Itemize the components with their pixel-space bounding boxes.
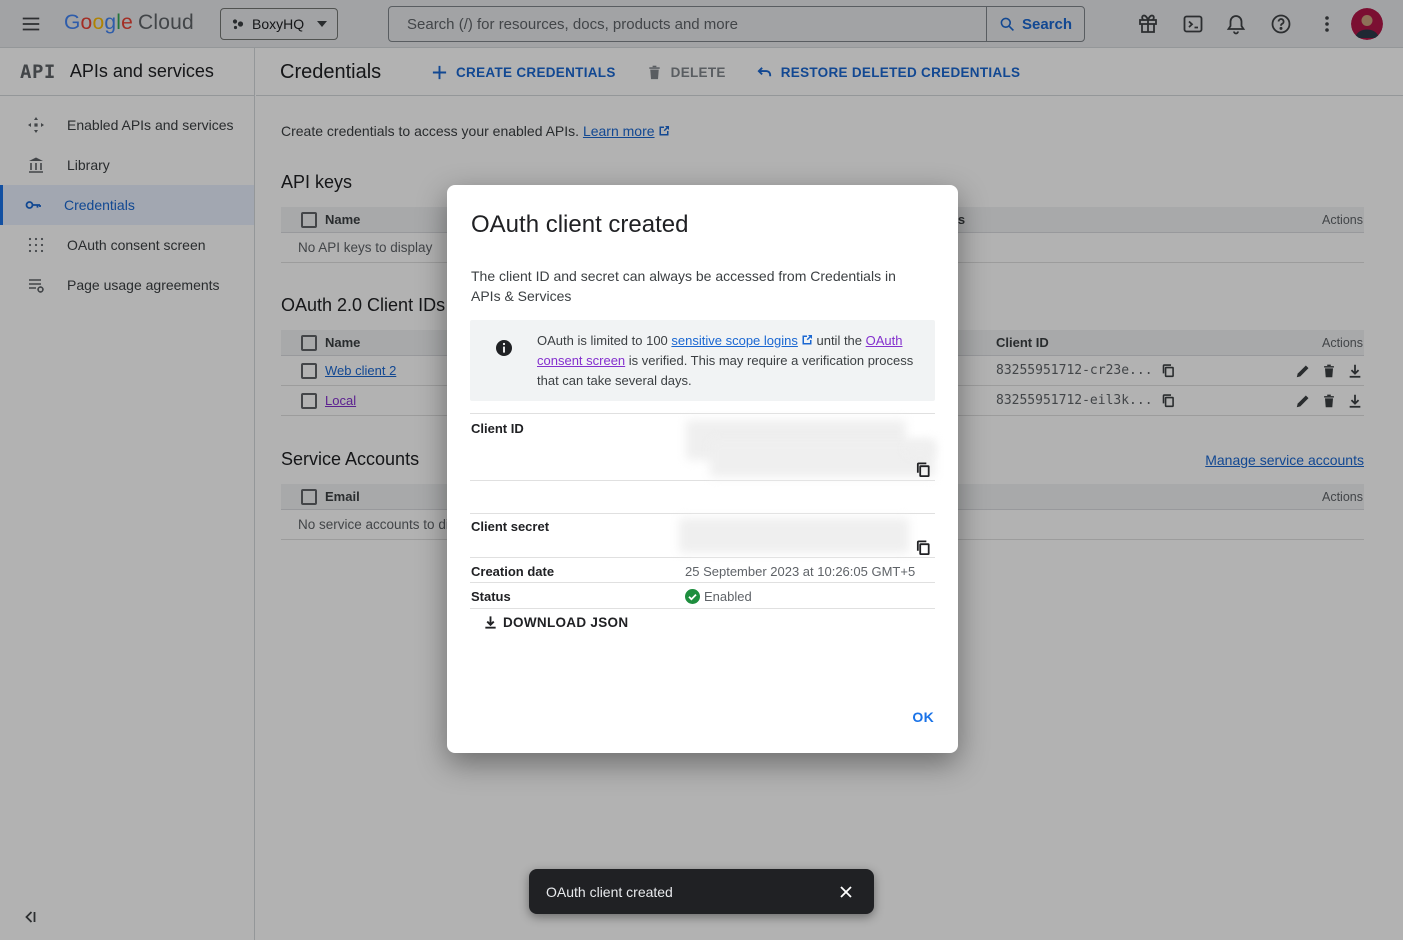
- redacted-client-id: [710, 440, 935, 477]
- toast-snackbar: OAuth client created: [529, 869, 874, 914]
- close-icon[interactable]: [838, 884, 854, 900]
- download-json-label: DOWNLOAD JSON: [503, 615, 628, 630]
- redacted-client-secret: [679, 518, 909, 553]
- dialog-description: The client ID and secret can always be a…: [471, 266, 921, 306]
- redacted-client-id: [906, 442, 934, 455]
- status-label: Status: [471, 589, 511, 604]
- notice-text: OAuth is limited to 100 sensitive scope …: [537, 320, 915, 401]
- notice-pre: OAuth is limited to 100: [537, 333, 671, 348]
- dialog-title: OAuth client created: [471, 211, 688, 239]
- info-icon: [495, 339, 513, 357]
- oauth-client-created-dialog: OAuth client created The client ID and s…: [447, 185, 958, 753]
- copy-client-secret-icon[interactable]: [915, 539, 932, 556]
- creation-date-label: Creation date: [471, 564, 554, 579]
- status-value: Enabled: [704, 589, 752, 604]
- sensitive-scope-logins-link[interactable]: sensitive scope logins: [671, 333, 797, 348]
- status-enabled-check-icon: [685, 589, 700, 604]
- external-link-icon: [801, 334, 813, 346]
- client-id-label: Client ID: [471, 421, 524, 436]
- ok-button[interactable]: OK: [912, 709, 934, 725]
- creation-date-value: 25 September 2023 at 10:26:05 GMT+5: [685, 564, 915, 579]
- copy-client-id-icon[interactable]: [915, 461, 932, 478]
- download-json-button[interactable]: DOWNLOAD JSON: [483, 615, 628, 630]
- notice-mid: until the: [813, 333, 866, 348]
- download-icon: [483, 615, 498, 630]
- client-secret-label: Client secret: [471, 519, 549, 534]
- notice-banner: OAuth is limited to 100 sensitive scope …: [470, 320, 935, 401]
- toast-message: OAuth client created: [529, 884, 838, 900]
